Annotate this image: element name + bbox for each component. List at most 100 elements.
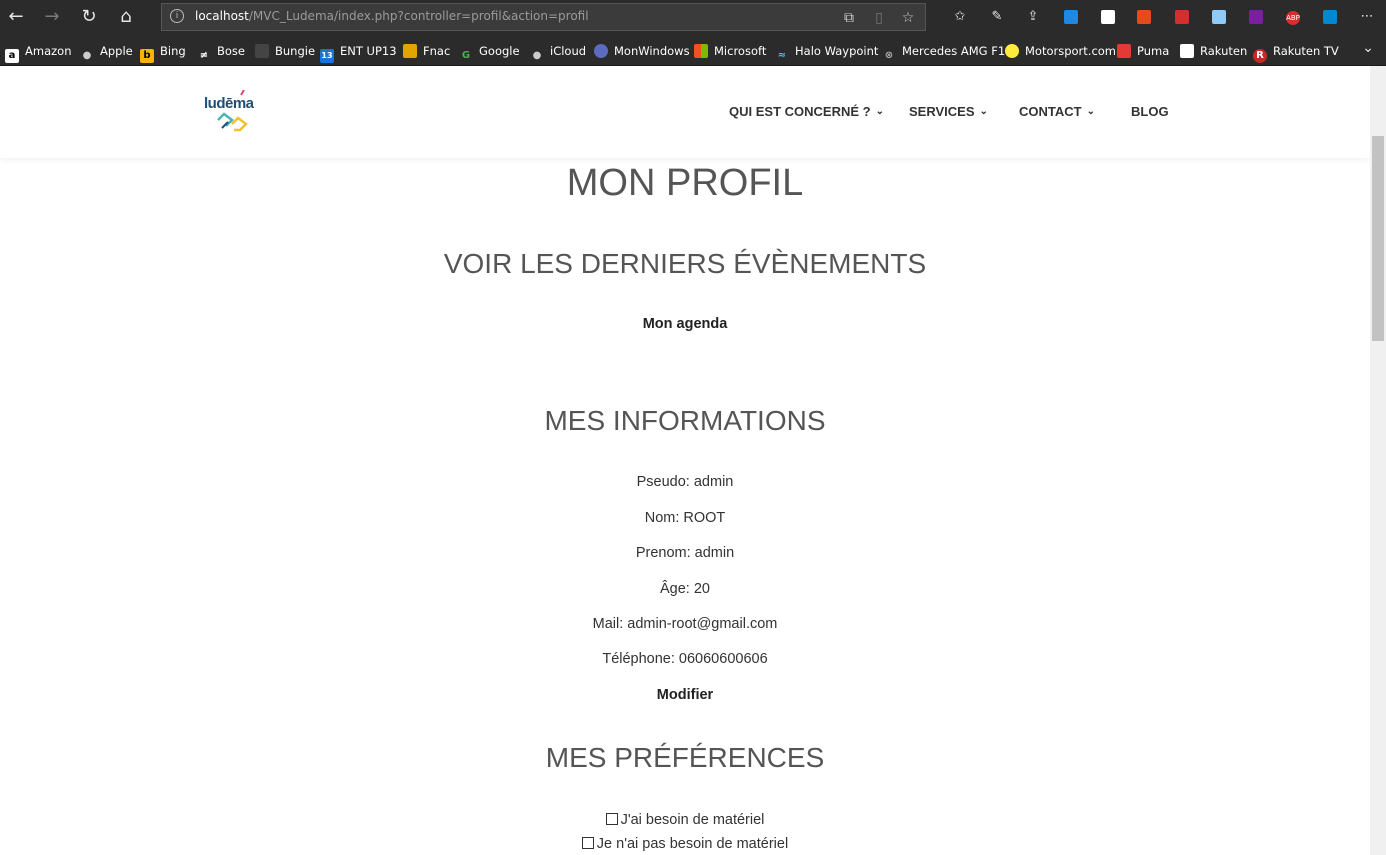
bookmark-puma[interactable]: Puma — [1117, 43, 1169, 59]
menu-blog[interactable]: BLOG — [1131, 104, 1169, 119]
translate-icon[interactable]: ⧉ — [838, 7, 860, 29]
adblock-extension-icon[interactable]: ABP — [1282, 6, 1304, 28]
bookmark-label: Bose — [217, 44, 245, 58]
logo-mark-icon — [217, 90, 248, 132]
bookmark-halo[interactable]: ≈ Halo Waypoint — [775, 43, 879, 61]
menu-services[interactable]: SERVICES ⌄ — [909, 104, 988, 119]
forward-button[interactable]: → — [38, 4, 66, 30]
bookmark-label: Rakuten — [1200, 44, 1248, 58]
browser-toolbar: ← → ↻ ⌂ i localhost/MVC_Ludema/index.php… — [0, 0, 1386, 34]
bookmark-label: ENT UP13 — [340, 44, 397, 58]
pdf-extension-icon[interactable] — [1171, 6, 1193, 28]
bookmark-label: Rakuten TV — [1273, 44, 1339, 58]
bookmark-label: Microsoft — [714, 44, 767, 58]
events-heading: VOIR LES DERNIERS ÉVÈNEMENTS — [443, 248, 927, 279]
ent-icon: 13 — [320, 49, 334, 63]
bookmark-label: Amazon — [25, 44, 72, 58]
puma-icon — [1117, 44, 1131, 58]
bookmark-motorsport[interactable]: Motorsport.com — [1005, 43, 1116, 59]
vertical-scrollbar[interactable] — [1370, 66, 1386, 855]
info-prenom: Prenom: admin — [635, 545, 735, 561]
bookmarks-bar: a Amazon ● Apple b Bing ≠ Bose Bungie 13 ENT … — [0, 34, 1386, 66]
scrollbar-thumb[interactable] — [1372, 136, 1384, 341]
bookmarks-overflow-chevron-icon[interactable]: ⌄ — [1362, 40, 1374, 56]
bookmark-bose[interactable]: ≠ Bose — [197, 43, 245, 61]
bookmark-rakuten-tv[interactable]: R Rakuten TV — [1253, 43, 1339, 63]
chevron-down-icon: ⌄ — [875, 106, 884, 117]
reading-view-icon[interactable]: ▯ — [868, 7, 890, 29]
mercedes-icon: ⊗ — [884, 50, 894, 61]
google-icon: G — [461, 50, 471, 61]
bookmark-monwindows[interactable]: MonWindows — [594, 43, 690, 59]
apple-icon: ● — [82, 50, 92, 61]
info-telephone: Téléphone: 06060600606 — [602, 651, 768, 667]
bookmark-mercedes[interactable]: ⊗ Mercedes AMG F1 — [882, 43, 1006, 61]
fnac-icon — [403, 44, 417, 58]
bookmark-fnac[interactable]: Fnac — [403, 43, 450, 59]
menu-label: CONTACT — [1019, 104, 1082, 119]
bookmark-apple[interactable]: ● Apple — [80, 43, 133, 61]
prefs-heading: MES PRÉFÉRENCES — [545, 742, 825, 773]
amazon-extension-icon[interactable] — [1097, 6, 1119, 28]
favorite-star-icon[interactable]: ☆ — [897, 7, 919, 29]
share-icon[interactable]: ⇪ — [1022, 6, 1044, 28]
site-logo[interactable]: ludēma — [204, 90, 264, 138]
menu-label: QUI EST CONCERNÉ ? — [729, 104, 871, 119]
more-options-icon[interactable]: ⋯ — [1356, 6, 1378, 28]
pref-label: J'ai besoin de matériel — [620, 812, 765, 828]
page-title: MON PROFIL — [566, 162, 804, 204]
bookmark-label: Bing — [160, 44, 186, 58]
pref-need-equipment[interactable]: J'ai besoin de matériel — [0, 812, 1370, 828]
bookmark-bungie[interactable]: Bungie — [255, 43, 315, 59]
bungie-icon — [255, 44, 269, 58]
info-age: Âge: 20 — [660, 581, 710, 597]
bing-icon: b — [140, 49, 154, 63]
bookmark-label: Puma — [1137, 44, 1170, 58]
bookmark-amazon[interactable]: a Amazon — [5, 43, 72, 63]
rakuten-icon — [1180, 44, 1194, 58]
url-host: localhost — [195, 9, 249, 23]
url-text[interactable]: localhost/MVC_Ludema/index.php?controlle… — [195, 9, 589, 23]
bookmark-label: Mercedes AMG F1 — [902, 44, 1006, 58]
bookmark-bing[interactable]: b Bing — [140, 43, 186, 63]
microsoft-icon — [694, 44, 708, 58]
info-nom: Nom: ROOT — [644, 510, 726, 526]
bookmark-label: Bungie — [275, 44, 316, 58]
bookmark-rakuten[interactable]: Rakuten — [1180, 43, 1247, 59]
pref-no-equipment[interactable]: Je n'ai pas besoin de matériel — [0, 836, 1370, 852]
info-heading: MES INFORMATIONS — [544, 405, 826, 436]
agenda-link[interactable]: Mon agenda — [0, 316, 1370, 332]
extension-cyan-icon[interactable] — [1319, 6, 1341, 28]
pen-icon[interactable]: ✎ — [986, 6, 1008, 28]
bookmark-ent[interactable]: 13 ENT UP13 — [320, 43, 397, 63]
office-extension-icon[interactable] — [1133, 6, 1155, 28]
site-info-icon[interactable]: i — [170, 9, 184, 23]
back-button[interactable]: ← — [2, 4, 30, 30]
edit-link[interactable]: Modifier — [0, 687, 1370, 703]
refresh-button[interactable]: ↻ — [75, 4, 103, 30]
chevron-down-icon: ⌄ — [1086, 106, 1095, 117]
chevron-down-icon: ⌄ — [979, 106, 988, 117]
bookmark-microsoft[interactable]: Microsoft — [694, 43, 766, 59]
amazon-icon: a — [5, 49, 19, 63]
rakuten-tv-icon: R — [1253, 49, 1267, 63]
bookmark-label: Apple — [100, 44, 133, 58]
bookmark-label: Fnac — [423, 44, 451, 58]
adblock-badge: ABP — [1286, 11, 1300, 25]
checkbox[interactable] — [605, 813, 618, 825]
menu-qui-est-concerne[interactable]: QUI EST CONCERNÉ ? ⌄ — [729, 104, 884, 119]
menu-contact[interactable]: CONTACT ⌄ — [1019, 104, 1095, 119]
home-button[interactable]: ⌂ — [112, 4, 140, 30]
address-bar[interactable]: i localhost/MVC_Ludema/index.php?control… — [161, 3, 926, 31]
menu-label: SERVICES — [909, 104, 975, 119]
checkbox[interactable] — [581, 837, 594, 849]
bookmark-icloud[interactable]: ● iCloud — [530, 43, 586, 61]
url-path: /MVC_Ludema/index.php?controller=profil&… — [248, 9, 589, 23]
onenote-extension-icon[interactable] — [1245, 6, 1267, 28]
extension-blue-icon[interactable] — [1060, 6, 1082, 28]
favorites-list-icon[interactable]: ✩ — [949, 6, 971, 28]
bookmark-label: MonWindows — [614, 44, 690, 58]
screenshot-extension-icon[interactable] — [1208, 6, 1230, 28]
pref-label: Je n'ai pas besoin de matériel — [596, 836, 789, 852]
bookmark-google[interactable]: G Google — [459, 43, 520, 61]
